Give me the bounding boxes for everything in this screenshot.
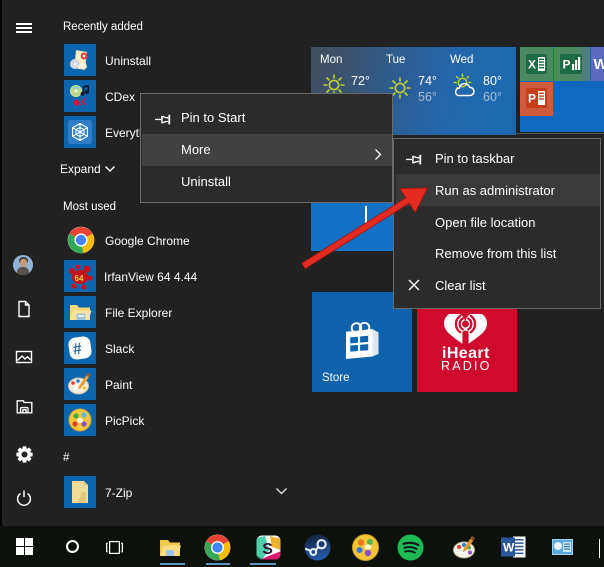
- svg-text:W: W: [503, 541, 515, 555]
- svg-text:S: S: [262, 541, 273, 558]
- svg-text:◆X: ◆X: [72, 97, 86, 107]
- svg-text:X: X: [528, 58, 536, 72]
- svg-text:P: P: [563, 58, 571, 72]
- svg-text:P: P: [528, 92, 536, 106]
- svg-text:64: 64: [75, 274, 84, 283]
